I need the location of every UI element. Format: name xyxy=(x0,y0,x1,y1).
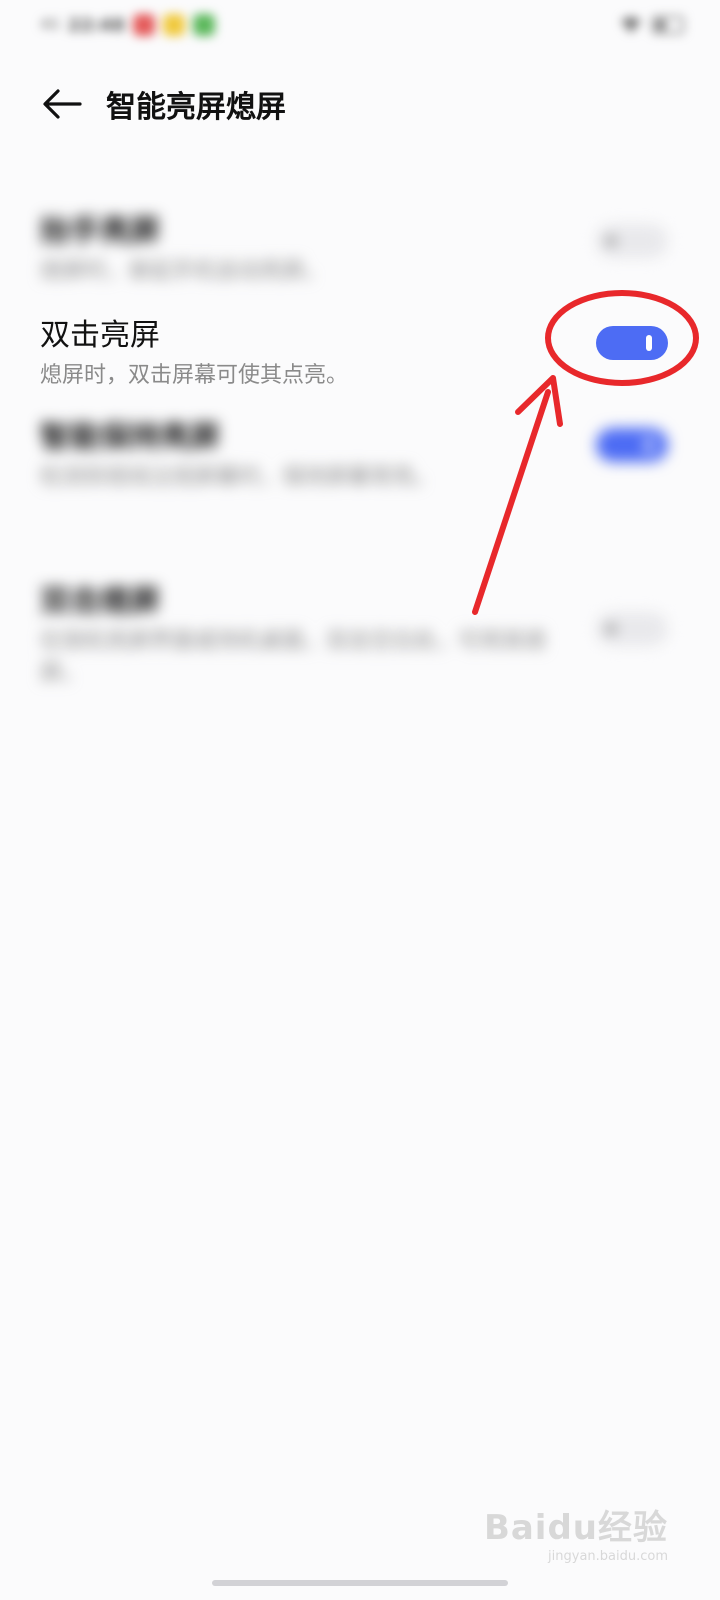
toggle-double-tap-sleep[interactable] xyxy=(596,612,668,646)
wifi-icon xyxy=(621,17,641,33)
setting-title: 双击亮屏 xyxy=(40,318,160,353)
back-arrow-icon[interactable] xyxy=(40,86,84,122)
signal-indicator: 4G xyxy=(40,17,60,33)
status-left: 4G 22:48 xyxy=(40,14,216,36)
setting-subtitle: 熄屏时，双击屏幕可使其点亮。 xyxy=(40,363,349,388)
toggle-knob xyxy=(606,624,616,634)
setting-row-raise-to-wake[interactable]: 抬手亮屏 熄屏时，拿起手机自动亮屏。 xyxy=(40,206,680,288)
notification-icon-red xyxy=(133,14,156,36)
header: 智能亮屏熄屏 xyxy=(0,60,720,150)
setting-row-smart-stay-awake[interactable]: 智能保持亮屏 检测到视线注视屏幕时，保持屏幕常亮。 xyxy=(40,412,680,494)
toggle-knob xyxy=(606,236,616,246)
status-bar: 4G 22:48 xyxy=(0,0,720,60)
watermark-url: jingyan.baidu.com xyxy=(548,1549,668,1564)
setting-row-double-tap-wake[interactable]: 双击亮屏 熄屏时，双击屏幕可使其点亮。 xyxy=(40,310,680,392)
watermark-logo: Baidu经验 xyxy=(483,1508,668,1548)
setting-row-double-tap-sleep[interactable]: 双击熄屏 在锁机亮屏界面或待机桌面，双击空白处，可将其熄屏。 xyxy=(40,576,680,690)
notification-icon-green xyxy=(193,14,216,36)
setting-subtitle: 熄屏时，拿起手机自动亮屏。 xyxy=(40,259,327,284)
status-time: 22:48 xyxy=(67,14,126,36)
toggle-raise-to-wake[interactable] xyxy=(596,224,668,258)
setting-title: 双击熄屏 xyxy=(40,584,160,619)
setting-subtitle: 检测到视线注视屏幕时，保持屏幕常亮。 xyxy=(40,465,437,490)
setting-subtitle: 在锁机亮屏界面或待机桌面，双击空白处，可将其熄屏。 xyxy=(40,629,547,686)
toggle-knob xyxy=(646,335,652,351)
toggle-knob xyxy=(646,437,652,453)
setting-title: 智能保持亮屏 xyxy=(40,420,220,455)
notification-icon-yellow xyxy=(163,14,186,36)
toggle-smart-stay-awake[interactable] xyxy=(596,428,668,462)
battery-icon xyxy=(652,16,684,34)
home-indicator[interactable] xyxy=(212,1580,508,1586)
watermark: Baidu经验 jingyan.baidu.com xyxy=(484,1500,668,1564)
status-right xyxy=(620,16,684,34)
page-title: 智能亮屏熄屏 xyxy=(106,90,286,125)
toggle-double-tap-wake[interactable] xyxy=(596,326,668,360)
setting-title: 抬手亮屏 xyxy=(40,214,160,249)
